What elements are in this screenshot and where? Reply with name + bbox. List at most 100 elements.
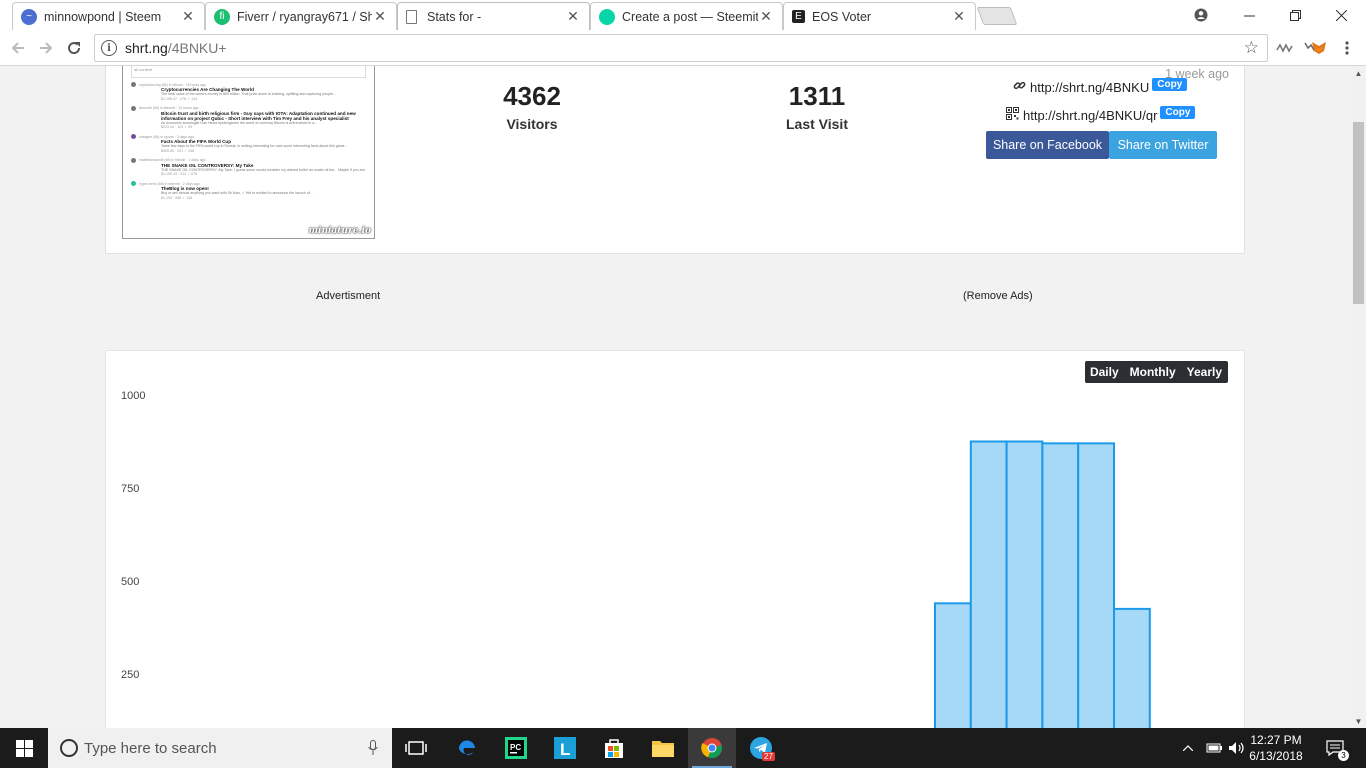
site-info-icon[interactable]: i	[101, 40, 117, 56]
steemit-favicon-icon	[599, 8, 615, 25]
tab-stats[interactable]: Stats for - ✕	[397, 2, 590, 30]
post-meta: $223.44 · 123 ✓ 93	[161, 125, 193, 129]
tab-title: Fiverr / ryangray671 / Sho	[237, 9, 372, 24]
fiverr-favicon-icon: fi	[214, 8, 230, 25]
post-meta: $1,196.47 · 278 ✓ 134	[161, 96, 198, 101]
telegram-icon[interactable]: 27	[737, 728, 785, 768]
copy-qr-button[interactable]: Copy	[1160, 105, 1196, 119]
visitors-stat: 4362 Visitors	[452, 81, 612, 132]
list-item: hyper-besh (68) in steemit · 2 days ago …	[131, 181, 366, 201]
post-author: hyper-besh (68) in steemit · 2 days ago	[139, 181, 200, 186]
share-facebook-button[interactable]: Share on Facebook	[986, 131, 1109, 159]
post-meta: $1,190.43 · 912 ✓ 676	[161, 172, 198, 176]
chart-bar[interactable]	[934, 602, 972, 728]
chrome-icon[interactable]	[688, 728, 736, 768]
page-thumbnail[interactable]: all content cryptomincing (66) in bitcoi…	[122, 66, 375, 239]
tab-strip: ~ minnowpond | Steem ✕ fi Fiverr / ryang…	[0, 0, 1366, 30]
thumbnail-header: all content	[131, 66, 366, 78]
qr-link[interactable]: http://shrt.ng/4BNKU/qr	[1023, 108, 1157, 123]
y-tick-label: 1000	[121, 390, 145, 402]
taskbar: Type here to search PC L 27 12:27 PM 6/1…	[0, 728, 1366, 768]
link-icon	[1013, 79, 1026, 95]
close-tab-icon[interactable]: ✕	[565, 8, 581, 25]
link-summary-card: all content cryptomincing (66) in bitcoi…	[105, 66, 1245, 254]
visits-bar-chart: 1000 750 500 250	[121, 390, 1151, 729]
minimize-icon[interactable]	[1226, 0, 1272, 30]
close-tab-icon[interactable]: ✕	[372, 8, 388, 25]
scroll-up-icon[interactable]: ▲	[1351, 66, 1366, 80]
store-icon[interactable]	[590, 728, 638, 768]
close-window-icon[interactable]	[1318, 0, 1364, 30]
profile-icon[interactable]	[1178, 0, 1224, 30]
post-body: The total value of the world's money is …	[161, 92, 337, 96]
last-visit-count: 1311	[788, 81, 846, 111]
page-favicon-icon	[406, 9, 417, 24]
post-author: cryptomincing (66) in bitcoin · 18 hours…	[139, 82, 207, 87]
new-tab-button[interactable]	[976, 7, 1018, 25]
short-link[interactable]: http://shrt.ng/4BNKU	[1030, 80, 1149, 95]
chart-bar[interactable]	[1113, 607, 1151, 728]
eos-favicon-icon: E	[792, 10, 805, 23]
address-bar[interactable]: i shrt.ng/4BNKU+ ☆	[94, 34, 1268, 62]
chart-bar[interactable]	[1005, 440, 1044, 729]
chart-bar[interactable]	[1041, 442, 1080, 728]
tab-minnowpond[interactable]: ~ minnowpond | Steem ✕	[12, 2, 205, 30]
chart-bar[interactable]	[969, 440, 1008, 729]
power-plug-icon[interactable]	[1202, 728, 1224, 768]
svg-text:L: L	[560, 740, 570, 759]
last-visit-label: Last Visit	[786, 116, 848, 132]
system-clock[interactable]: 12:27 PM 6/13/2018	[1244, 732, 1308, 764]
scroll-down-icon[interactable]: ▼	[1351, 714, 1366, 728]
advertisement-label: Advertisment	[316, 290, 381, 302]
telegram-badge: 27	[762, 752, 775, 761]
post-author: demorth (69) in steemit · 14 hours ago	[139, 106, 199, 110]
close-tab-icon[interactable]: ✕	[951, 8, 967, 25]
list-item: demorth (69) in steemit · 14 hours ago B…	[131, 105, 366, 131]
post-title: Bitcoin trust and birth religious firm -…	[161, 110, 356, 121]
copy-link-button[interactable]: Copy	[1152, 77, 1188, 91]
back-icon[interactable]	[6, 36, 30, 60]
list-item: cryptomincing (66) in bitcoin · 18 hours…	[131, 82, 366, 102]
pycharm-icon[interactable]: PC	[492, 728, 540, 768]
y-tick-label: 500	[121, 576, 139, 588]
menu-kebab-icon[interactable]	[1338, 39, 1356, 57]
metamask-fox-icon[interactable]	[1310, 39, 1328, 57]
remove-ads-link[interactable]: (Remove Ads)	[963, 290, 1033, 302]
windows-start-icon[interactable]	[0, 728, 48, 768]
action-center-icon[interactable]: 3	[1320, 728, 1350, 768]
reload-icon[interactable]	[62, 36, 86, 60]
tab-eos-voter[interactable]: E EOS Voter ✕	[783, 2, 976, 30]
post-body: Tame few days to the FIFA world cup in R…	[161, 144, 348, 148]
l-app-icon[interactable]: L	[541, 728, 589, 768]
forward-icon[interactable]	[34, 36, 58, 60]
visitors-count: 4362	[503, 81, 561, 111]
task-view-icon[interactable]	[392, 728, 440, 768]
y-tick-label: 750	[121, 483, 139, 495]
edge-browser-icon[interactable]	[443, 728, 491, 768]
svg-text:PC: PC	[510, 743, 521, 752]
taskbar-search-box[interactable]: Type here to search	[48, 728, 392, 768]
visitors-label: Visitors	[506, 116, 558, 132]
restore-icon[interactable]	[1272, 0, 1318, 30]
share-twitter-button[interactable]: Share on Twitter	[1109, 131, 1217, 159]
url-path: /4BNKU+	[167, 40, 227, 56]
post-author: matthewvanzolt (69) in bitcoin · 1 days …	[139, 158, 206, 162]
show-hidden-icons-icon[interactable]	[1178, 728, 1198, 768]
tab-title: EOS Voter	[812, 9, 872, 24]
scrollbar-thumb[interactable]	[1353, 122, 1364, 304]
visits-chart-card: Daily Monthly Yearly 1000 750 500 250	[105, 350, 1245, 728]
clock-time: 12:27 PM	[1250, 733, 1302, 747]
close-tab-icon[interactable]: ✕	[180, 8, 196, 25]
tab-fiverr[interactable]: fi Fiverr / ryangray671 / Sho ✕	[205, 2, 397, 30]
tab-steemit[interactable]: Create a post — Steemit ✕	[590, 2, 783, 30]
chart-bar[interactable]	[1077, 442, 1116, 728]
thumbnail-watermark: miniature.io	[308, 226, 371, 236]
page-content: all content cryptomincing (66) in bitcoi…	[0, 66, 1351, 728]
microphone-icon[interactable]	[368, 740, 378, 759]
notification-count: 3	[1338, 750, 1349, 761]
close-tab-icon[interactable]: ✕	[758, 8, 774, 25]
extension-wave-icon[interactable]	[1276, 39, 1294, 57]
bookmark-star-icon[interactable]: ☆	[1244, 38, 1259, 58]
file-explorer-icon[interactable]	[639, 728, 687, 768]
page-scrollbar[interactable]: ▲ ▼	[1351, 66, 1366, 728]
